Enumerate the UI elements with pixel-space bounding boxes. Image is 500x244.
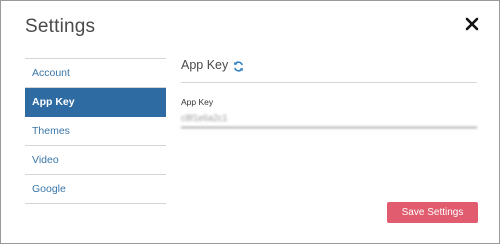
sidebar-item-video[interactable]: Video xyxy=(25,146,166,175)
app-key-field[interactable] xyxy=(181,109,477,128)
panel-title: App Key xyxy=(181,58,229,72)
sidebar-item-app-key[interactable]: App Key xyxy=(25,88,166,117)
sidebar-item-label: Google xyxy=(32,183,66,195)
save-settings-button[interactable]: Save Settings xyxy=(387,202,478,223)
sidebar-item-label: App Key xyxy=(32,96,75,108)
refresh-icon[interactable] xyxy=(233,61,244,72)
sidebar-item-themes[interactable]: Themes xyxy=(25,117,166,146)
dialog-title: Settings xyxy=(25,16,96,37)
settings-sidebar: Account App Key Themes Video Google xyxy=(25,58,166,204)
sidebar-item-google[interactable]: Google xyxy=(25,175,166,204)
app-key-label: App Key xyxy=(181,97,214,107)
sidebar-item-label: Themes xyxy=(32,125,70,137)
sidebar-item-label: Video xyxy=(32,154,59,166)
sidebar-item-label: Account xyxy=(32,67,70,79)
close-icon[interactable] xyxy=(462,14,482,34)
sidebar-item-account[interactable]: Account xyxy=(25,59,166,88)
panel-header: App Key xyxy=(181,58,477,83)
settings-dialog: Settings Account App Key Themes Video Go… xyxy=(0,0,500,244)
